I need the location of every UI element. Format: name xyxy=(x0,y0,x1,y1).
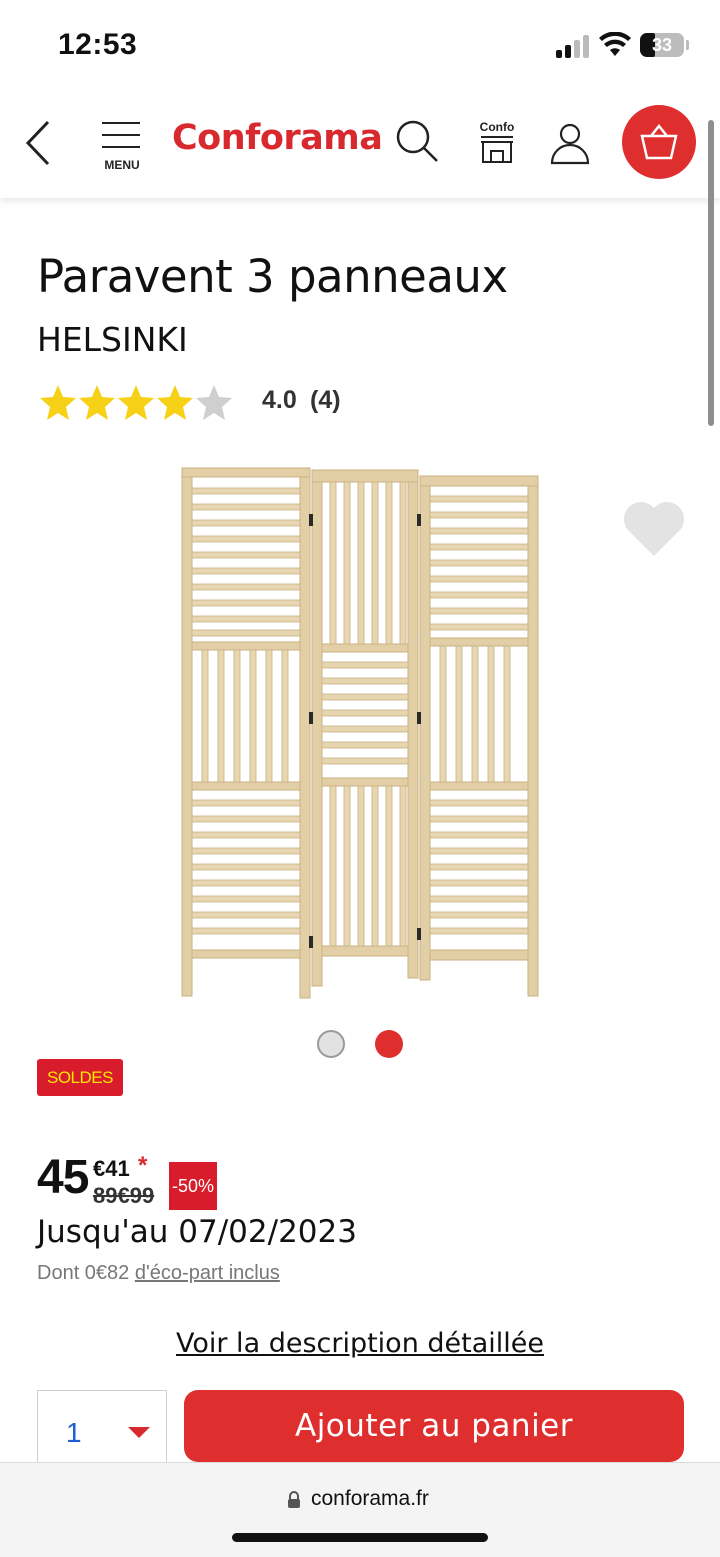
battery-tip xyxy=(686,40,689,50)
price-cents: €41 xyxy=(93,1156,130,1181)
battery-level: 33 xyxy=(651,35,673,55)
eco-part-link[interactable]: d'éco-part inclus xyxy=(135,1262,280,1284)
url-text: conforama.fr xyxy=(311,1487,429,1510)
status-bar: 12:53 33 xyxy=(0,0,720,92)
star-icon xyxy=(118,385,154,420)
cart-button[interactable] xyxy=(622,105,696,179)
eco-part-amount: Dont 0€82 xyxy=(37,1262,130,1284)
site-header: MENU Conforama Confo xyxy=(0,92,720,198)
favorite-heart-icon[interactable] xyxy=(622,500,686,558)
store-button[interactable]: Confo xyxy=(476,120,518,166)
store-icon xyxy=(481,136,513,163)
eco-part-note: Dont 0€82 d'éco-part inclus xyxy=(37,1262,280,1285)
menu-button[interactable]: MENU xyxy=(100,118,144,178)
basket-icon xyxy=(640,123,678,160)
quantity-select[interactable]: 1 xyxy=(37,1390,167,1470)
price-asterisk: * xyxy=(138,1152,148,1179)
product-image[interactable] xyxy=(178,462,542,1002)
chevron-down-icon xyxy=(128,1427,150,1438)
sale-end-date: Jusqu'au 07/02/2023 xyxy=(37,1214,357,1250)
star-icon xyxy=(40,385,76,420)
star-icon xyxy=(79,385,115,420)
home-indicator[interactable] xyxy=(232,1533,488,1542)
gallery-dot-active[interactable] xyxy=(375,1030,403,1058)
product-brand: HELSINKI xyxy=(37,320,188,359)
conforama-logo[interactable]: Conforama xyxy=(172,118,383,158)
quantity-value: 1 xyxy=(66,1417,82,1448)
discount-badge: -50% xyxy=(169,1162,217,1210)
old-price: 89€99 xyxy=(93,1183,155,1208)
account-icon[interactable] xyxy=(548,122,592,166)
search-icon[interactable] xyxy=(394,118,440,164)
detailed-description-link[interactable]: Voir la description détaillée xyxy=(0,1328,720,1359)
status-time: 12:53 xyxy=(58,28,138,61)
wifi-icon xyxy=(599,32,631,56)
sale-badge: SOLDES xyxy=(37,1059,123,1096)
page-scrollbar[interactable] xyxy=(708,120,714,426)
rating-count[interactable]: (4) xyxy=(310,386,341,415)
menu-icon xyxy=(102,122,140,124)
menu-label: MENU xyxy=(104,158,140,172)
star-empty-icon xyxy=(196,385,232,420)
price-integer: 45 xyxy=(37,1151,89,1204)
product-title: Paravent 3 panneaux xyxy=(37,250,508,303)
signal-icon xyxy=(556,34,590,58)
store-label: Confo xyxy=(479,120,515,134)
back-icon[interactable] xyxy=(20,118,56,168)
browser-address-bar[interactable]: conforama.fr xyxy=(0,1462,720,1557)
gallery-dot[interactable] xyxy=(317,1030,345,1058)
star-icon xyxy=(157,385,193,420)
rating-value: 4.0 xyxy=(262,386,297,414)
add-to-cart-button[interactable]: Ajouter au panier xyxy=(184,1390,684,1462)
battery-icon: 33 xyxy=(640,33,684,57)
lock-icon xyxy=(288,1491,300,1508)
